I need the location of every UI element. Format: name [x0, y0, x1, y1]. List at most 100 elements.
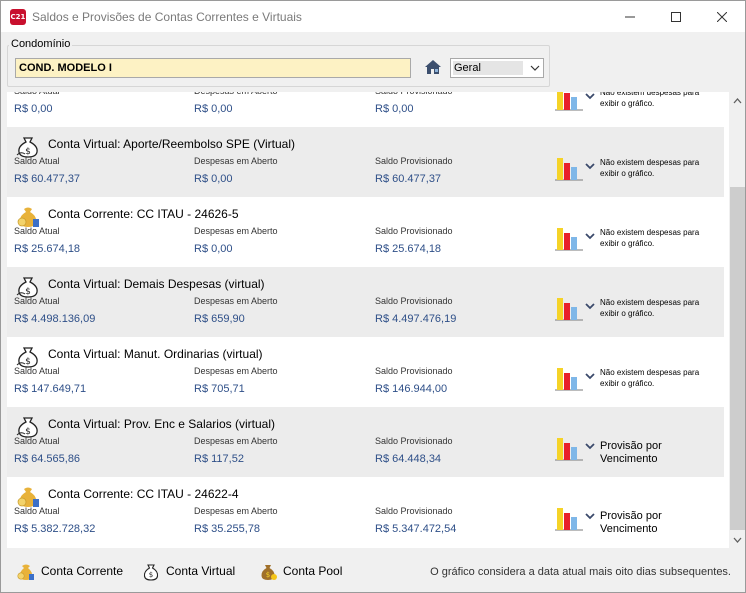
- despesas-label: Despesas em Aberto: [194, 506, 278, 516]
- saldo-label: Saldo Atual: [14, 366, 60, 376]
- provisionado-label: Saldo Provisionado: [375, 506, 453, 516]
- despesas-value: R$ 35.255,78: [194, 523, 261, 535]
- app-logo-icon: C21: [10, 8, 26, 25]
- bar-chart-icon[interactable]: [554, 155, 584, 181]
- account-row[interactable]: Conta Corrente: CC ITAU - 24626-5 Saldo A…: [7, 197, 724, 267]
- chart-note: Provisão por Vencimento: [600, 510, 662, 535]
- chevron-down-icon[interactable]: [585, 232, 595, 243]
- saldo-label: Saldo Atual: [14, 296, 60, 306]
- saldo-value: R$ 4.498.136,09: [14, 313, 96, 325]
- house-icon[interactable]: [423, 58, 443, 76]
- bar-chart-icon[interactable]: [554, 295, 584, 321]
- saldo-label: Saldo Atual: [14, 436, 60, 446]
- despesas-value: R$ 0,00: [194, 103, 233, 115]
- despesas-value: R$ 117,52: [194, 453, 244, 465]
- saldo-label: Saldo Atual: [14, 226, 60, 236]
- accounts-list[interactable]: $Saldo AtualDespesas em AbertoSaldo Prov…: [7, 92, 729, 548]
- provisionado-value: R$ 5.347.472,54: [375, 523, 457, 535]
- account-title: Conta Corrente: CC ITAU - 24622-4: [48, 487, 239, 501]
- account-row[interactable]: $ Conta Virtual: Prov. Enc e Salarios (vi…: [7, 407, 724, 477]
- filter-select[interactable]: Geral: [450, 58, 544, 78]
- despesas-value: R$ 0,00: [194, 243, 233, 255]
- saldo-value: R$ 25.674,18: [14, 243, 81, 255]
- account-row[interactable]: $ Conta Virtual: Aporte/Reembolso SPE (Vi…: [7, 127, 724, 197]
- saldo-label: Saldo Atual: [14, 156, 60, 166]
- chart-note: Não existem despesas para exibir o gráfi…: [600, 228, 700, 248]
- account-title: Conta Virtual: Demais Despesas (virtual): [48, 277, 265, 291]
- account-row[interactable]: $ Conta Virtual: Demais Despesas (virtual…: [7, 267, 724, 337]
- chart-note: Provisão por Vencimento: [600, 440, 662, 465]
- despesas-label: Despesas em Aberto: [194, 156, 278, 166]
- vertical-scrollbar[interactable]: [729, 92, 745, 548]
- close-button[interactable]: [699, 1, 745, 32]
- bar-chart-icon[interactable]: [554, 435, 584, 461]
- chart-note: Não existem despesas para exibir o gráfi…: [600, 298, 700, 318]
- saldo-value: R$ 64.565,86: [14, 453, 81, 465]
- maximize-button[interactable]: [653, 1, 699, 32]
- condominio-label: Condomínio: [9, 38, 73, 50]
- window-title: Saldos e Provisões de Contas Correntes e…: [32, 9, 302, 24]
- legend-conta-corrente: Conta Corrente: [15, 560, 123, 582]
- provisionado-label: Saldo Provisionado: [375, 92, 453, 96]
- condominio-field[interactable]: COND. MODELO I: [15, 58, 411, 78]
- minimize-button[interactable]: [607, 1, 653, 32]
- coin-bag-icon: [17, 564, 34, 580]
- saldo-label: Saldo Atual: [14, 92, 60, 96]
- provisionado-value: R$ 64.448,34: [375, 453, 442, 465]
- legend-conta-virtual: $ Conta Virtual: [140, 560, 235, 582]
- saldo-value: R$ 147.649,71: [14, 383, 87, 395]
- provisionado-label: Saldo Provisionado: [375, 156, 453, 166]
- provisionado-label: Saldo Provisionado: [375, 226, 453, 236]
- saldo-value: R$ 60.477,37: [14, 173, 81, 185]
- chevron-down-icon[interactable]: [585, 92, 595, 103]
- legend-corrente-label: Conta Corrente: [41, 564, 124, 578]
- chevron-down-icon[interactable]: [585, 512, 595, 523]
- saldo-label: Saldo Atual: [14, 506, 60, 516]
- chart-note: Não existem despesas para exibir o gráfi…: [600, 158, 700, 178]
- account-row[interactable]: Conta Corrente: CC ITAU - 24622-4 Saldo A…: [7, 477, 724, 547]
- account-row[interactable]: $Saldo AtualDespesas em AbertoSaldo Prov…: [7, 92, 724, 127]
- bar-chart-icon[interactable]: [554, 505, 584, 531]
- svg-text:$: $: [149, 571, 153, 579]
- account-title: Conta Corrente: CC ITAU - 24626-5: [48, 207, 239, 221]
- money-bag-outline-icon: $: [143, 564, 159, 581]
- app-window: C21 Saldos e Provisões de Contas Corrent…: [0, 0, 746, 593]
- provisionado-label: Saldo Provisionado: [375, 296, 453, 306]
- account-title: Conta Virtual: Aporte/Reembolso SPE (Vir…: [48, 137, 296, 151]
- bar-chart-icon[interactable]: [554, 225, 584, 251]
- despesas-value: R$ 705,71: [194, 383, 245, 395]
- despesas-label: Despesas em Aberto: [194, 436, 278, 446]
- account-row[interactable]: $ Conta Virtual: Manut. Ordinarias (virtu…: [7, 337, 724, 407]
- provisionado-value: R$ 146.944,00: [375, 383, 448, 395]
- saldo-value: R$ 0,00: [14, 103, 53, 115]
- chevron-down-icon[interactable]: [585, 442, 595, 453]
- provisionado-value: R$ 60.477,37: [375, 173, 442, 185]
- saldo-value: R$ 5.382.728,32: [14, 523, 96, 535]
- despesas-label: Despesas em Aberto: [194, 92, 278, 96]
- chart-note: Não existem despesas para exibir o gráfi…: [600, 92, 700, 108]
- legend-pool-label: Conta Pool: [283, 564, 343, 578]
- legend-conta-pool: $ Conta Pool: [257, 560, 342, 582]
- bar-chart-icon[interactable]: [554, 365, 584, 391]
- despesas-label: Despesas em Aberto: [194, 366, 278, 376]
- chevron-down-icon[interactable]: [585, 372, 595, 383]
- bar-chart-icon[interactable]: [554, 92, 584, 111]
- filter-select-value: Geral: [454, 62, 481, 74]
- svg-text:$: $: [266, 571, 270, 579]
- provisionado-value: R$ 25.674,18: [375, 243, 442, 255]
- chart-note: Não existem despesas para exibir o gráfi…: [600, 368, 700, 388]
- legend-virtual-label: Conta Virtual: [166, 564, 236, 578]
- chevron-down-icon[interactable]: [585, 162, 595, 173]
- provisionado-value: R$ 4.497.476,19: [375, 313, 457, 325]
- title-bar[interactable]: C21 Saldos e Provisões de Contas Corrent…: [1, 1, 745, 32]
- despesas-label: Despesas em Aberto: [194, 226, 278, 236]
- scrollbar-thumb[interactable]: [730, 187, 745, 530]
- chevron-down-icon[interactable]: [585, 302, 595, 313]
- scroll-up-arrow-icon[interactable]: [729, 92, 745, 109]
- footer: Conta Corrente $ Conta Virtual $ Conta P…: [1, 552, 745, 592]
- despesas-label: Despesas em Aberto: [194, 296, 278, 306]
- scroll-down-arrow-icon[interactable]: [729, 531, 745, 548]
- account-title: Conta Virtual: Manut. Ordinarias (virtua…: [48, 347, 263, 361]
- provisionado-value: R$ 0,00: [375, 103, 414, 115]
- gold-bag-icon: $: [261, 565, 277, 580]
